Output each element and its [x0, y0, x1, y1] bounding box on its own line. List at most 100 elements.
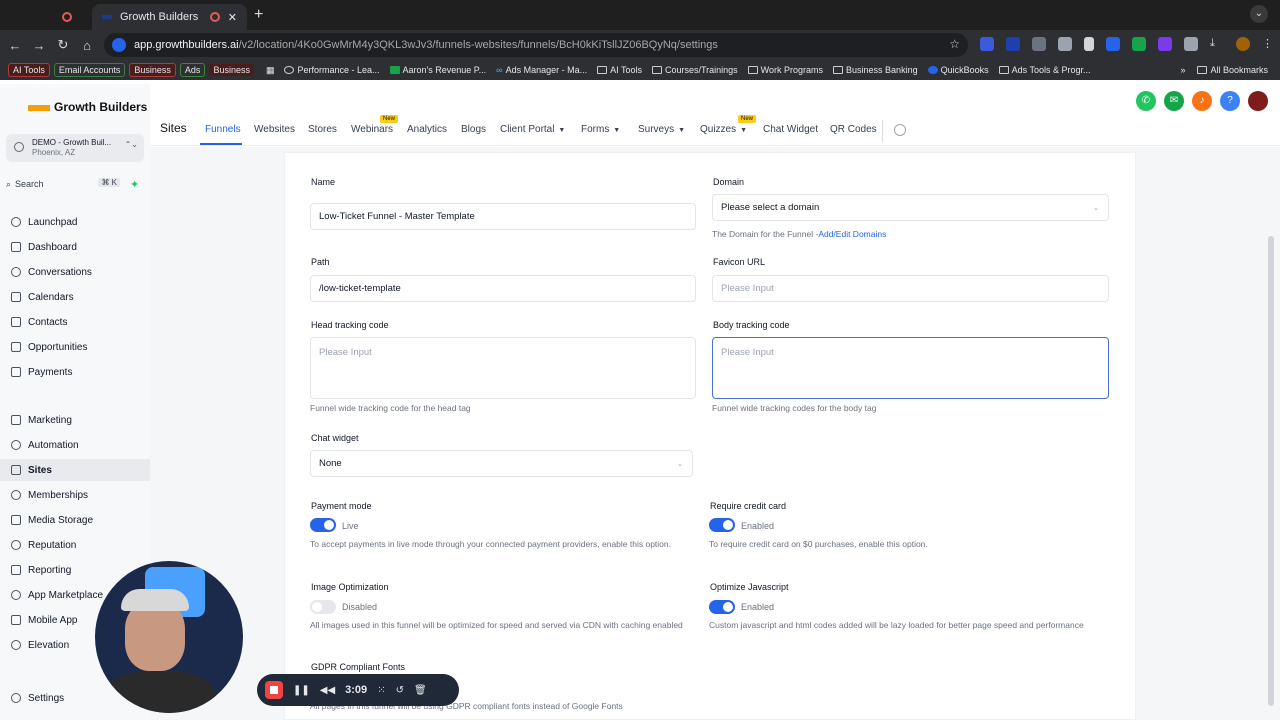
back-icon[interactable]: ←: [3, 38, 27, 53]
name-input[interactable]: Low-Ticket Funnel - Master Template: [310, 203, 696, 230]
add-edit-domains-link[interactable]: Add/Edit Domains: [818, 229, 886, 239]
payment-mode-toggle[interactable]: [310, 518, 336, 532]
calendar-icon: [11, 292, 21, 302]
chat-widget-select[interactable]: None ⌄: [310, 450, 693, 477]
optimize-js-toggle[interactable]: [709, 600, 735, 614]
extension-icon[interactable]: [1106, 37, 1120, 51]
sidebar-item-conversations[interactable]: Conversations: [0, 261, 150, 283]
bookmark-item[interactable]: Email Accounts: [53, 63, 126, 77]
bookmark-item[interactable]: ∞ Ads Manager - Ma...: [496, 65, 587, 75]
sidebar-item-reputation[interactable]: Reputation: [0, 534, 150, 556]
sidebar-item-sites[interactable]: Sites: [0, 459, 150, 481]
extension-icon[interactable]: [1006, 37, 1020, 51]
close-tab-icon[interactable]: ✕: [228, 11, 237, 24]
restart-icon[interactable]: ↺: [396, 685, 404, 696]
all-bookmarks-folder[interactable]: All Bookmarks: [1197, 65, 1268, 75]
megaphone-icon[interactable]: ✉: [1164, 91, 1184, 111]
head-tracking-label: Head tracking code: [311, 320, 389, 330]
search-input[interactable]: ⌕ Search ⌘ K: [6, 176, 120, 192]
apps-grid-icon[interactable]: ▦: [266, 65, 275, 76]
sidebar-item-memberships[interactable]: Memberships: [0, 484, 150, 506]
bookmark-folder[interactable]: Courses/Trainings: [651, 65, 738, 75]
head-tracking-textarea[interactable]: Please Input: [310, 337, 696, 399]
sidebar-item-opportunities[interactable]: Opportunities: [0, 336, 150, 358]
bookmark-item[interactable]: Aaron's Revenue P...: [389, 65, 486, 75]
phone-icon[interactable]: ✆: [1136, 91, 1156, 111]
tab-search-icon[interactable]: ⌄: [1250, 5, 1268, 23]
download-icon[interactable]: ⤓: [1210, 37, 1224, 51]
tab-quizzes[interactable]: Quizzes ▼: [700, 124, 747, 135]
stop-recording-button[interactable]: [265, 681, 283, 699]
app-logo[interactable]: Growth Builders: [28, 100, 147, 114]
favicon-input[interactable]: Please Input: [712, 275, 1109, 302]
recording-icon: [209, 12, 220, 22]
bookmark-item[interactable]: Performance - Lea...: [284, 65, 380, 75]
extension-icon[interactable]: [1158, 37, 1172, 51]
bookmark-folder[interactable]: Business Banking: [833, 65, 918, 75]
bookmark-item[interactable]: AI Tools: [8, 63, 50, 77]
tab-stores[interactable]: Stores: [308, 124, 337, 135]
bookmark-item[interactable]: QuickBooks: [927, 65, 989, 75]
sidebar-item-payments[interactable]: Payments: [0, 361, 150, 383]
sidebar-item-contacts[interactable]: Contacts: [0, 311, 150, 333]
home-icon[interactable]: ⌂: [75, 38, 99, 53]
bookmark-item[interactable]: Ads: [179, 63, 206, 77]
pause-icon[interactable]: ❚❚: [293, 685, 310, 696]
avatar[interactable]: [1248, 91, 1268, 111]
extension-icon[interactable]: [1132, 37, 1146, 51]
bell-icon[interactable]: ♪: [1192, 91, 1212, 111]
tab-chat-widget[interactable]: Chat Widget: [763, 124, 818, 135]
body-tracking-textarea[interactable]: Please Input: [712, 337, 1109, 399]
require-credit-card-toggle[interactable]: [709, 518, 735, 532]
browser-tab-inactive[interactable]: [52, 4, 90, 30]
sidebar-item-marketing[interactable]: Marketing: [0, 409, 150, 431]
bookmark-folder[interactable]: AI Tools: [597, 65, 642, 75]
tab-websites[interactable]: Websites: [254, 124, 295, 135]
new-tab-icon[interactable]: +: [254, 6, 263, 24]
tab-blogs[interactable]: Blogs: [461, 124, 486, 135]
bookmark-folder[interactable]: Ads Tools & Progr...: [998, 65, 1090, 75]
menu-icon[interactable]: ⋮: [1262, 37, 1276, 51]
tab-qr-codes[interactable]: QR Codes: [830, 124, 877, 135]
trash-icon[interactable]: 🗑: [414, 685, 427, 696]
sidebar-item-dashboard[interactable]: Dashboard: [0, 236, 150, 258]
trend-icon: [11, 565, 21, 575]
account-switcher[interactable]: DEMO - Growth Buil... Phoenix, AZ ⌃⌄: [6, 134, 144, 162]
reload-icon[interactable]: ↻: [51, 37, 75, 53]
tab-webinars[interactable]: Webinars: [351, 124, 393, 135]
pen-icon[interactable]: [1084, 37, 1094, 51]
rewind-icon[interactable]: ◀◀: [320, 685, 335, 696]
bookmark-item[interactable]: Business: [129, 63, 176, 77]
browser-tab-active[interactable]: Growth Builders ✕: [92, 4, 247, 30]
tab-client-portal[interactable]: Client Portal ▼: [500, 124, 565, 135]
sidebar-item-automation[interactable]: Automation: [0, 434, 150, 456]
scrollbar[interactable]: [1268, 236, 1274, 706]
address-bar[interactable]: app.growthbuilders.ai/v2/location/4Ko0Gw…: [104, 33, 968, 57]
path-input[interactable]: /low-ticket-template: [310, 275, 696, 302]
image-optimization-desc: All images used in this funnel will be o…: [310, 620, 683, 630]
bookmark-folder[interactable]: Work Programs: [747, 65, 823, 75]
more-bookmarks-icon[interactable]: »: [1180, 65, 1185, 75]
help-icon[interactable]: ?: [1220, 91, 1240, 111]
domain-select[interactable]: Please select a domain ⌄: [712, 194, 1109, 221]
puzzle-icon[interactable]: [1184, 37, 1198, 51]
tab-forms[interactable]: Forms ▼: [581, 124, 620, 135]
tab-analytics[interactable]: Analytics: [407, 124, 447, 135]
gear-icon[interactable]: [894, 124, 906, 136]
ai-spark-icon[interactable]: ✦: [130, 178, 139, 191]
bookmark-item[interactable]: Business: [209, 64, 254, 76]
sidebar-item-calendars[interactable]: Calendars: [0, 286, 150, 308]
extension-icon[interactable]: [1058, 37, 1072, 51]
extension-icon[interactable]: [980, 37, 994, 51]
forward-icon[interactable]: →: [27, 38, 51, 53]
bookmark-star-icon[interactable]: ☆: [949, 37, 960, 51]
image-optimization-toggle[interactable]: [310, 600, 336, 614]
sidebar-item-media-storage[interactable]: Media Storage: [0, 509, 150, 531]
tab-funnels[interactable]: Funnels: [205, 124, 241, 135]
site-info-icon[interactable]: [112, 38, 126, 52]
profile-avatar[interactable]: [1236, 37, 1250, 51]
grid-icon[interactable]: ⁙: [377, 685, 385, 696]
tab-surveys[interactable]: Surveys ▼: [638, 124, 685, 135]
sidebar-item-launchpad[interactable]: Launchpad: [0, 211, 150, 233]
extension-icon[interactable]: [1032, 37, 1046, 51]
